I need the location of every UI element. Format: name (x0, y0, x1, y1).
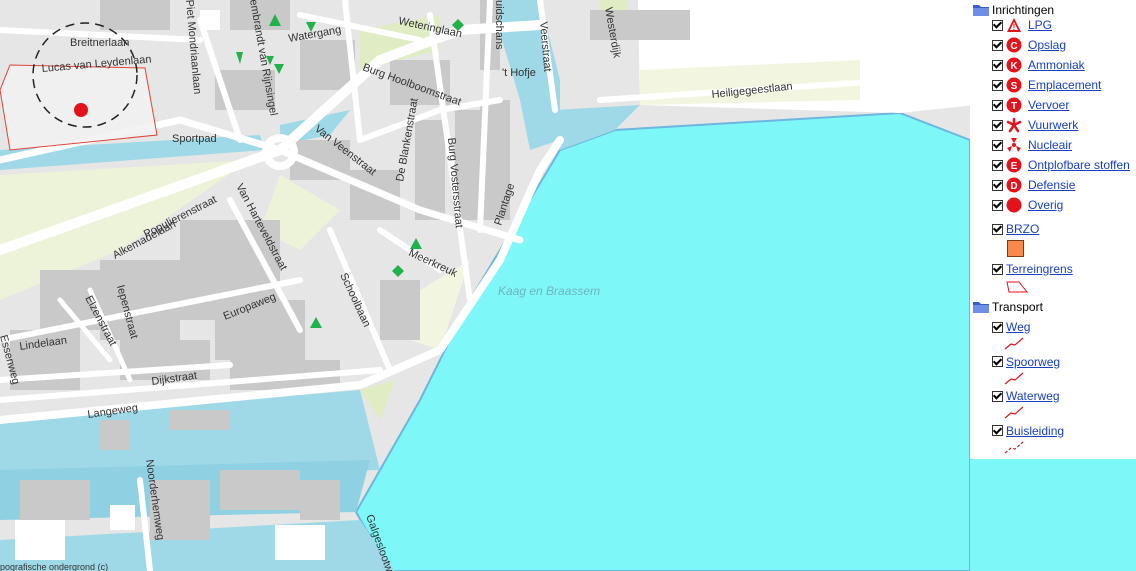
vuurwerk-icon (1006, 117, 1022, 133)
triangle-warning-icon: ! (1006, 17, 1022, 33)
layer-row[interactable]: Vuurwerk (992, 116, 1078, 134)
folder-icon (973, 5, 989, 16)
layer-row[interactable]: K Ammoniak (992, 56, 1085, 74)
street-label: uidschans (493, 0, 505, 50)
checkbox[interactable] (992, 356, 1003, 367)
layer-link[interactable]: Overig (1028, 198, 1063, 212)
checkbox[interactable] (992, 99, 1003, 111)
layer-row[interactable]: S Emplacement (992, 76, 1101, 94)
checkbox[interactable] (992, 59, 1003, 71)
svg-text:S: S (1011, 81, 1018, 92)
map-canvas[interactable]: Breitnerlaan Lucas van Leydenlaan Piet M… (0, 0, 1136, 571)
defensie-icon: D (1006, 177, 1022, 193)
layer-row[interactable]: Nucleair (992, 136, 1072, 154)
emplacement-icon: S (1006, 77, 1022, 93)
layer-link[interactable]: Terreingrens (1006, 262, 1073, 276)
layer-row[interactable]: D Defensie (992, 176, 1075, 194)
layer-link[interactable]: Buisleiding (1006, 424, 1064, 438)
line-swatch (1004, 337, 1024, 350)
svg-text:!: ! (1013, 23, 1016, 32)
layer-row[interactable]: ! LPG (992, 16, 1052, 34)
layer-link[interactable]: Vuurwerk (1028, 118, 1078, 132)
svg-text:D: D (1010, 181, 1017, 192)
layer-link[interactable]: Emplacement (1028, 78, 1101, 92)
opslag-icon: C (1006, 37, 1022, 53)
layer-link[interactable]: Waterweg (1006, 389, 1060, 403)
layer-link[interactable]: Defensie (1028, 178, 1075, 192)
checkbox[interactable] (992, 390, 1003, 402)
checkbox[interactable] (992, 19, 1003, 31)
legend-panel: Inrichtingen ! LPG C Opslag K Ammoniak S Emplac… (970, 0, 1136, 459)
vervoer-icon: T (1006, 97, 1022, 113)
line-swatch (1004, 406, 1024, 419)
layer-row[interactable]: C Opslag (992, 36, 1066, 54)
checkbox[interactable] (992, 119, 1003, 131)
layer-link[interactable]: Weg (1006, 320, 1030, 334)
ammoniak-icon: K (1006, 57, 1022, 73)
overig-icon (1006, 197, 1022, 213)
layer-row[interactable]: Buisleiding (992, 422, 1064, 440)
checkbox[interactable] (992, 199, 1003, 211)
group-label: Transport (992, 300, 1043, 314)
layer-row-brzo[interactable]: BRZO (992, 220, 1039, 238)
layer-link[interactable]: BRZO (1006, 222, 1039, 236)
checkbox[interactable] (992, 263, 1003, 275)
line-swatch (1004, 441, 1024, 453)
layer-link[interactable]: Ontplofbare stoffen (1028, 158, 1130, 172)
checkbox[interactable] (992, 321, 1003, 333)
group-label: Inrichtingen (992, 3, 1055, 17)
layer-row[interactable]: T Vervoer (992, 96, 1069, 114)
checkbox[interactable] (992, 223, 1003, 235)
svg-text:T: T (1011, 101, 1017, 112)
checkbox[interactable] (992, 39, 1003, 51)
layer-link[interactable]: Spoorweg (1006, 355, 1060, 369)
checkbox[interactable] (992, 179, 1003, 191)
svg-text:E: E (1011, 161, 1018, 172)
svg-text:C: C (1010, 41, 1017, 52)
layer-row[interactable]: Weg (992, 318, 1030, 336)
layer-row[interactable]: E Ontplofbare stoffen (992, 156, 1130, 174)
layer-row[interactable]: Spoorweg (992, 353, 1060, 371)
ontplofbare-stoffen-icon: E (1006, 157, 1022, 173)
terreingrens-swatch (1006, 281, 1029, 293)
water-label: Kaag en Braassem (498, 284, 600, 298)
street-label: 't Hofje (502, 67, 536, 79)
layer-row[interactable]: Waterweg (992, 387, 1060, 405)
line-swatch (1004, 372, 1024, 384)
street-label: Sportpad (172, 133, 217, 145)
overig-marker[interactable] (74, 103, 88, 117)
layer-link[interactable]: Ammoniak (1028, 58, 1085, 72)
layer-link[interactable]: Vervoer (1028, 98, 1069, 112)
checkbox[interactable] (992, 79, 1003, 91)
svg-text:K: K (1010, 61, 1018, 72)
layer-link[interactable]: Opslag (1028, 38, 1066, 52)
street-label: Breitnerlaan (70, 37, 129, 49)
layer-link[interactable]: LPG (1028, 18, 1052, 32)
group-transport[interactable]: Transport (972, 298, 1043, 316)
layer-row[interactable]: Overig (992, 196, 1063, 214)
checkbox[interactable] (992, 139, 1003, 151)
layer-link[interactable]: Nucleair (1028, 138, 1072, 152)
nucleair-icon (1006, 137, 1022, 153)
checkbox[interactable] (992, 159, 1003, 171)
brzo-swatch (1007, 240, 1024, 257)
checkbox[interactable] (992, 425, 1003, 436)
folder-icon (973, 302, 989, 313)
layer-row-terreingrens[interactable]: Terreingrens (992, 260, 1073, 278)
attribution: pografische ondergrond (c) (0, 562, 108, 571)
